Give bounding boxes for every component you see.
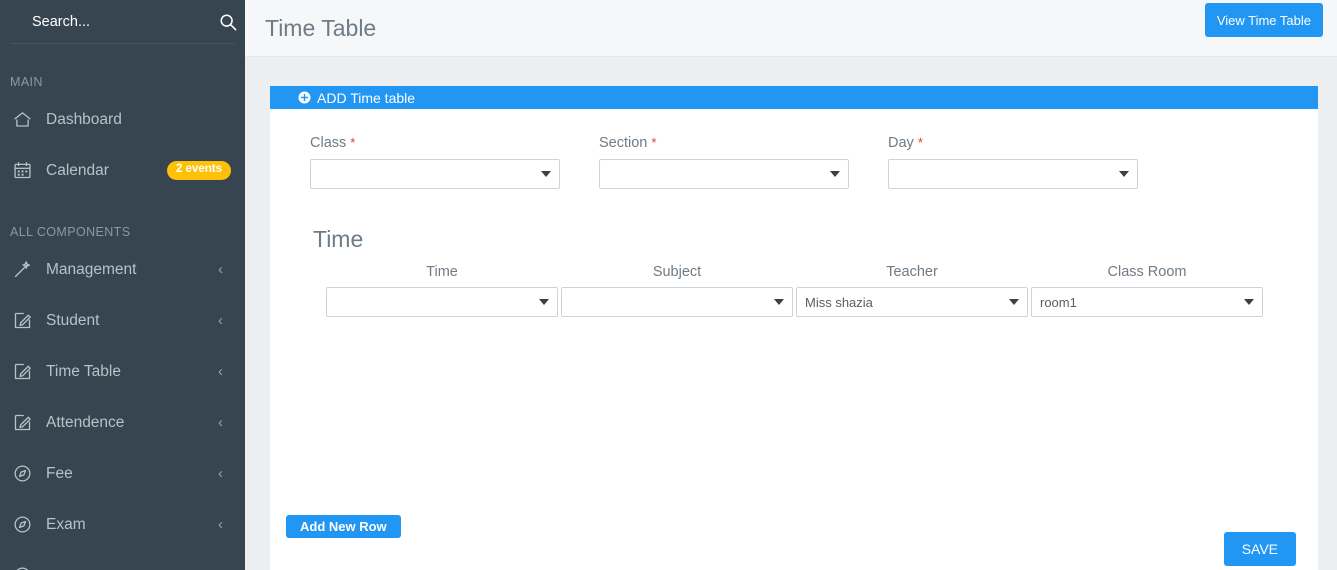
column-header-subject: Subject — [652, 264, 702, 280]
column-header-teacher: Teacher — [886, 264, 938, 280]
sidebar-item-dashboard[interactable]: Dashboard — [0, 94, 245, 145]
panel-header-label: ADD Time table — [317, 89, 416, 106]
sidebar-section-all-components: ALL COMPONENTS — [10, 225, 131, 239]
day-label-text: Day — [888, 135, 914, 151]
search-icon[interactable] — [219, 12, 237, 32]
app-root: MAIN Dashboard — [0, 0, 1337, 570]
panel-body: Class * Section * Day * Time Time Subjec… — [270, 109, 1318, 570]
field-group-class: Class * — [310, 135, 560, 189]
sidebar-item-label: Management — [46, 260, 137, 278]
chevron-down-icon — [539, 299, 549, 305]
required-asterisk: * — [350, 135, 356, 150]
row-class-room-value: room1 — [1040, 294, 1077, 310]
chevron-left-icon: ‹ — [218, 465, 223, 482]
cell-subject — [561, 287, 793, 317]
panel-header: ADD Time table — [270, 86, 1318, 109]
add-new-row-button[interactable]: Add New Row — [286, 515, 401, 538]
time-section-heading: Time — [313, 226, 364, 252]
chevron-down-icon — [1119, 171, 1129, 177]
home-icon — [12, 109, 46, 130]
sidebar-item-label: Dashboard — [46, 110, 122, 128]
cell-class-room: room1 — [1031, 287, 1263, 317]
row-teacher-select[interactable]: Miss shazia — [796, 287, 1028, 317]
field-group-day: Day * — [888, 135, 1138, 189]
sidebar-item-label: Calendar — [46, 161, 109, 179]
row-teacher-value: Miss shazia — [805, 294, 873, 310]
column-header-time: Time — [426, 264, 458, 280]
sidebar-item-attendence[interactable]: Attendence ‹ — [0, 397, 245, 448]
calendar-icon — [12, 160, 46, 181]
sidebar-item-exam[interactable]: Exam ‹ — [0, 499, 245, 550]
chevron-down-icon — [830, 171, 840, 177]
row-subject-select[interactable] — [561, 287, 793, 317]
sidebar-item-label: Student — [46, 311, 100, 329]
save-button[interactable]: SAVE — [1223, 532, 1296, 566]
section-label: Section * — [599, 135, 849, 151]
add-time-table-panel: ADD Time table Class * Section * Day * T… — [270, 86, 1318, 570]
sidebar-item-time-table[interactable]: Time Table ‹ — [0, 346, 245, 397]
time-table: Time Subject Teacher Class Room Miss sha… — [310, 264, 1318, 317]
compass-icon — [12, 514, 46, 535]
sidebar-item-fee[interactable]: Fee ‹ — [0, 448, 245, 499]
sidebar-item-label: Fee — [46, 464, 73, 482]
search-input[interactable] — [32, 13, 219, 30]
compass-icon — [12, 565, 46, 570]
content-area: ADD Time table Class * Section * Day * T… — [245, 57, 1337, 570]
page-title: Time Table — [265, 14, 377, 41]
main-area: Time Table View Time Table ADD Time tabl… — [245, 0, 1337, 570]
cell-teacher: Miss shazia — [796, 287, 1028, 317]
time-table-header-row: Time Subject Teacher Class Room — [326, 264, 1318, 280]
column-header-class-room: Class Room — [1107, 264, 1187, 280]
view-time-table-button[interactable]: View Time Table — [1204, 3, 1323, 37]
sidebar-item-management[interactable]: Management ‹ — [0, 244, 245, 295]
required-asterisk: * — [917, 135, 923, 150]
table-row: Miss shazia room1 — [326, 287, 1318, 317]
class-select[interactable] — [310, 159, 560, 189]
edit-square-icon — [12, 412, 46, 433]
section-label-text: Section — [599, 135, 648, 151]
chevron-down-icon — [1244, 299, 1254, 305]
sidebar-item-student[interactable]: Student ‹ — [0, 295, 245, 346]
sidebar-item-label: Attendence — [46, 413, 125, 431]
chevron-down-icon — [1009, 299, 1019, 305]
sidebar: MAIN Dashboard — [0, 0, 245, 570]
chevron-left-icon: ‹ — [218, 312, 223, 329]
day-select[interactable] — [888, 159, 1138, 189]
edit-square-icon — [12, 310, 46, 331]
sidebar-item-partial[interactable] — [0, 550, 245, 570]
chevron-left-icon: ‹ — [218, 516, 223, 533]
sidebar-section-main: MAIN — [10, 75, 43, 89]
compass-icon — [12, 463, 46, 484]
sidebar-item-label: Time Table — [46, 362, 121, 380]
form-row-top: Class * Section * Day * — [310, 135, 1318, 189]
field-group-section: Section * — [599, 135, 849, 189]
status-badge: 2 events — [166, 161, 231, 180]
edit-square-icon — [12, 361, 46, 382]
row-class-room-select[interactable]: room1 — [1031, 287, 1263, 317]
plus-circle-icon — [298, 91, 311, 104]
sidebar-item-label: Exam — [46, 515, 86, 533]
day-label: Day * — [888, 135, 1138, 151]
topbar: Time Table View Time Table — [245, 0, 1337, 57]
class-label-text: Class — [310, 135, 347, 151]
row-time-select[interactable] — [326, 287, 558, 317]
chevron-down-icon — [541, 171, 551, 177]
class-label: Class * — [310, 135, 560, 151]
required-asterisk: * — [651, 135, 657, 150]
magic-wand-icon — [12, 259, 46, 280]
section-select[interactable] — [599, 159, 849, 189]
sidebar-item-calendar[interactable]: Calendar 2 events — [0, 145, 245, 196]
chevron-left-icon: ‹ — [218, 363, 223, 380]
chevron-down-icon — [774, 299, 784, 305]
sidebar-search[interactable] — [10, 0, 237, 44]
cell-time — [326, 287, 558, 317]
chevron-left-icon: ‹ — [218, 414, 223, 431]
chevron-left-icon: ‹ — [218, 261, 223, 278]
